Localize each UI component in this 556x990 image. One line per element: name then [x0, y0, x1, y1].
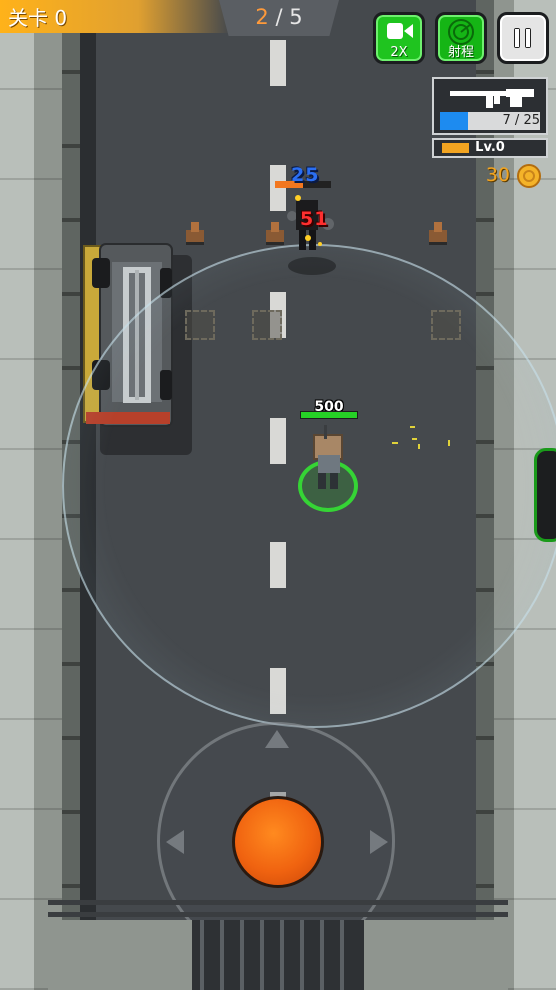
- damage-number-blue: 25: [291, 164, 320, 186]
- wave-total: 5: [289, 5, 303, 29]
- coin-count: 30: [485, 164, 510, 186]
- damage-number-red: 51: [300, 208, 329, 230]
- ammo-bar: 7 / 25: [440, 112, 540, 130]
- player-health-fill: [301, 412, 357, 418]
- bullet-sparks: [392, 426, 450, 449]
- range-button[interactable]: 射程: [435, 12, 487, 64]
- gate-railing: [48, 900, 508, 917]
- wave-current: 2: [255, 5, 269, 29]
- level-label: 关卡 0: [8, 6, 68, 30]
- weapon-panel[interactable]: 7 / 25: [432, 77, 548, 135]
- joystick-knob[interactable]: [232, 796, 324, 888]
- lane-marking: [270, 40, 286, 86]
- player-health-bar: [300, 411, 358, 419]
- assault-rifle-icon: [450, 89, 534, 108]
- joystick-right-arrow-icon: [370, 830, 388, 854]
- barricade-crate: [252, 310, 282, 340]
- joystick-up-arrow-icon: [265, 730, 289, 748]
- range-button-label: 射程: [447, 45, 474, 60]
- speed-2x-button[interactable]: 2X: [373, 12, 425, 64]
- player-soldier: [313, 425, 343, 489]
- enemy-spawn-marker: [186, 222, 204, 245]
- weapon-level-label: Lv.0: [475, 140, 505, 155]
- speed-button-label: 2X: [390, 45, 408, 60]
- wave-separator: /: [268, 5, 290, 29]
- video-camera-icon: [387, 23, 413, 39]
- left-sidewalk: [0, 0, 62, 990]
- pause-button[interactable]: [497, 12, 549, 64]
- weapon-level-bar: Lv.0: [432, 138, 548, 158]
- wave-counter: 2 / 5: [219, 5, 339, 29]
- coin-icon: [517, 164, 541, 188]
- barricade-crate: [431, 310, 461, 340]
- gate-bars: [192, 920, 364, 990]
- side-pickup-item[interactable]: [534, 448, 556, 542]
- enemy-spawn-marker: [429, 222, 447, 245]
- enemy-zombie: [287, 195, 336, 275]
- ammo-count: 7 / 25: [502, 113, 540, 128]
- barricade-crate: [185, 310, 215, 340]
- joystick-left-arrow-icon: [166, 830, 184, 854]
- pause-icon: [514, 28, 531, 48]
